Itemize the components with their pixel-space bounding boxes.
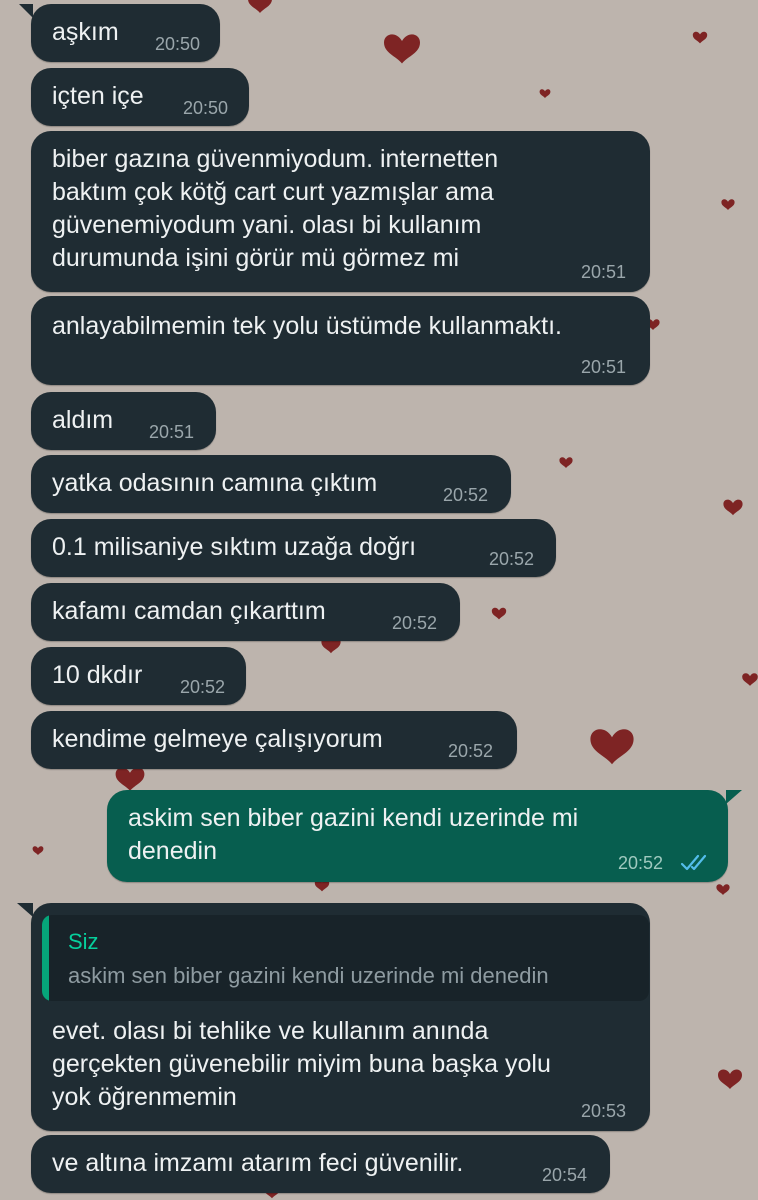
incoming-message[interactable]: Siz askim sen biber gazini kendi uzerind… [31,903,650,1131]
message-time: 20:52 [443,485,489,505]
message-time: 20:51 [149,422,195,442]
message-time: 20:52 [448,741,494,761]
incoming-message[interactable]: aldım 20:51 [31,392,216,450]
incoming-message[interactable]: 10 dkdır 20:52 [31,647,246,705]
quote-text: askim sen biber gazini kendi uzerinde mi… [68,963,549,988]
message-text: kafamı camdan çıkarttım [52,597,326,625]
message-time: 20:52 [392,613,438,633]
message-time: 20:51 [581,262,627,282]
heart-icon [718,1069,742,1089]
quoted-message[interactable]: Siz askim sen biber gazini kendi uzerind… [42,915,649,1001]
incoming-message[interactable]: yatka odasının camına çıktım 20:52 [31,455,511,513]
heart-icon [115,767,145,791]
quote-accent-bar [42,915,49,1001]
heart-icon [590,729,634,765]
message-text: içten içe [52,82,144,110]
message-text: aldım [52,406,114,434]
message-text: aşkım [52,18,119,46]
message-text: 0.1 milisaniye sıktım uzağa doğrı [52,533,417,561]
heart-icon [716,884,730,895]
heart-icon [539,89,551,99]
incoming-message[interactable]: içten içe 20:50 [31,68,249,126]
bubble-tail [19,4,33,18]
heart-icon [742,673,758,686]
heart-icon [559,457,573,468]
message-time: 20:54 [542,1165,588,1185]
incoming-message[interactable]: kafamı camdan çıkarttım 20:52 [31,583,460,641]
bubble-tail [17,903,33,917]
incoming-message[interactable]: kendime gelmeye çalışıyorum 20:52 [31,711,517,769]
message-text: biber gazına güvenmiyodum. internetten b… [52,145,499,272]
heart-icon [32,846,44,856]
message-text: kendime gelmeye çalışıyorum [52,725,383,753]
message-text: anlayabilmemin tek yolu üstümde kullanma… [52,312,562,340]
message-time: 20:52 [489,549,535,569]
heart-icon [721,199,735,210]
incoming-message[interactable]: anlayabilmemin tek yolu üstümde kullanma… [31,296,650,385]
heart-icon [692,31,708,44]
outgoing-message[interactable]: askim sen biber gazini kendi uzerinde mi… [107,790,728,882]
message-text: ve altına imzamı atarım feci güvenilir. [52,1149,464,1177]
incoming-message[interactable]: aşkım 20:50 [31,4,220,62]
message-text: evet. olası bi tehlike ve kullanım anınd… [52,1017,551,1111]
message-text: 10 dkdır [52,661,143,689]
message-text: askim sen biber gazini kendi uzerinde mi… [128,804,579,865]
quote-author: Siz [68,929,99,954]
heart-icon [491,607,507,620]
heart-icon [248,0,272,13]
message-time: 20:50 [155,34,201,54]
bubble-tail [726,790,742,804]
heart-icon [723,499,743,516]
message-time: 20:52 [180,677,226,697]
message-text: yatka odasının camına çıktım [52,469,378,497]
incoming-message[interactable]: 0.1 milisaniye sıktım uzağa doğrı 20:52 [31,519,556,577]
message-time: 20:52 [618,853,664,873]
incoming-message[interactable]: ve altına imzamı atarım feci güvenilir. … [31,1135,610,1193]
message-time: 20:53 [581,1101,627,1121]
heart-icon [384,34,420,64]
message-time: 20:51 [581,357,627,377]
incoming-message[interactable]: biber gazına güvenmiyodum. internetten b… [31,131,650,292]
message-time: 20:50 [183,98,229,118]
double-check-icon [680,854,707,871]
